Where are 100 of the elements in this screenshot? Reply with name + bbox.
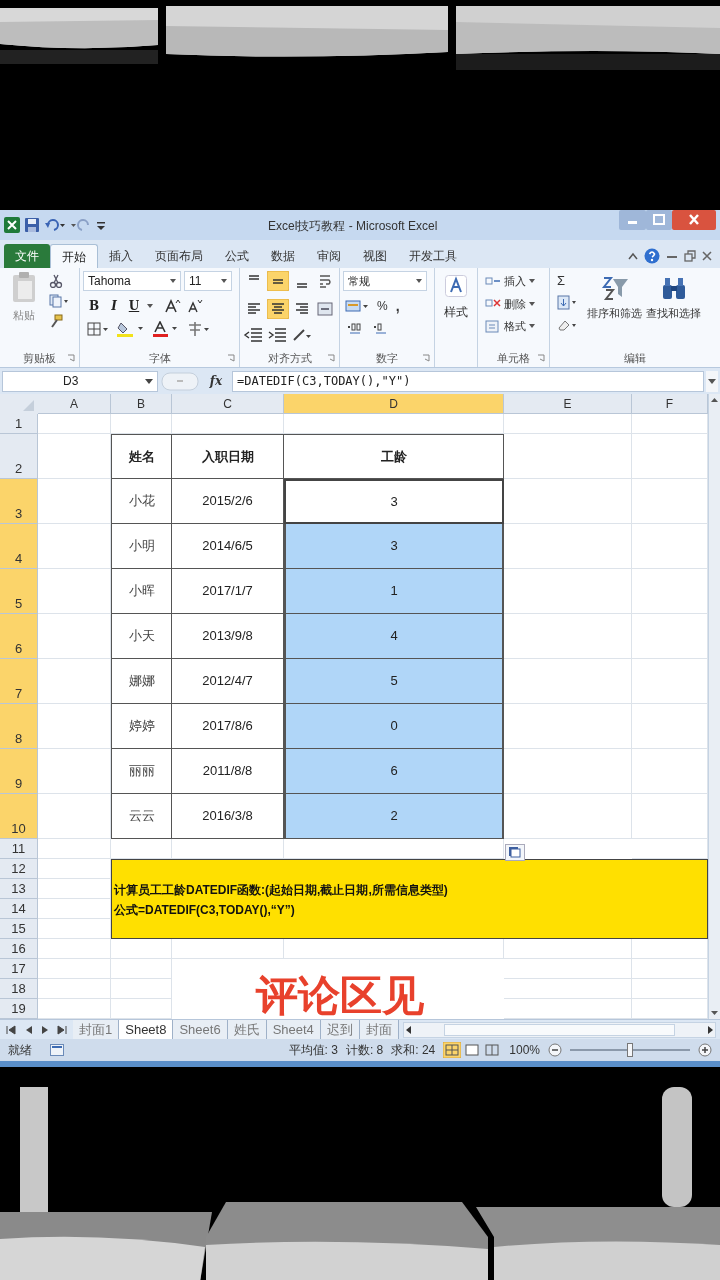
horizontal-scrollbar[interactable] (402, 1021, 716, 1038)
ribbon-tab[interactable]: 审阅 (306, 244, 352, 268)
row-header[interactable]: 13 (0, 879, 38, 899)
caret-up-icon[interactable] (628, 251, 638, 261)
row-header[interactable]: 12 (0, 859, 38, 879)
cells-menu-button[interactable]: 插入 (485, 273, 535, 290)
styles-button[interactable]: 样式 (438, 271, 474, 349)
autosum-button[interactable]: Σ (557, 273, 577, 289)
row-header[interactable]: 6 (0, 614, 38, 659)
empty-cell[interactable] (111, 959, 172, 979)
sheet-tab[interactable]: 迟到 (320, 1019, 360, 1040)
row-header[interactable]: 18 (0, 979, 38, 999)
ribbon-tab[interactable]: 插入 (98, 244, 144, 268)
sheet-tab[interactable]: Sheet8 (119, 1019, 174, 1040)
number-format-field[interactable]: 常规 (343, 271, 427, 291)
phonetic-icon[interactable] (187, 321, 211, 337)
first-sheet-icon[interactable] (6, 1023, 16, 1036)
table-cell[interactable]: 5 (284, 659, 504, 704)
normal-view-icon[interactable] (443, 1042, 462, 1058)
styles-icon[interactable] (445, 275, 467, 297)
align-center-icon[interactable] (266, 298, 289, 319)
clipboard-icon[interactable] (10, 271, 38, 303)
increase-indent-icon[interactable] (266, 326, 289, 345)
decrease-decimal-icon[interactable] (373, 321, 389, 335)
scissors-icon[interactable] (49, 274, 63, 288)
ribbon-tab[interactable]: 文件 (4, 244, 50, 268)
vertical-scrollbar[interactable] (708, 394, 720, 1019)
sheet-tab[interactable]: 姓氏 (227, 1019, 267, 1040)
restore-icon[interactable] (684, 250, 696, 262)
column-header[interactable]: D (284, 394, 504, 414)
close-icon[interactable] (672, 210, 716, 230)
expand-icon[interactable] (706, 370, 718, 392)
italic-button[interactable]: I (107, 297, 121, 315)
zoom-out-icon[interactable] (548, 1043, 562, 1057)
row-header[interactable]: 17 (0, 959, 38, 979)
font-name-field[interactable]: Tahoma (83, 271, 181, 291)
insert-function-button[interactable]: fx (202, 372, 230, 390)
row-header[interactable]: 19 (0, 999, 38, 1019)
row-header[interactable]: 15 (0, 919, 38, 939)
row-header[interactable]: 7 (0, 659, 38, 704)
find-select-button[interactable]: 查找和选择 (646, 271, 701, 349)
row-header[interactable]: 14 (0, 899, 38, 919)
table-cell[interactable]: 3 (284, 479, 504, 524)
excel-icon[interactable] (4, 217, 20, 233)
fill-icon[interactable] (557, 295, 577, 311)
ribbon-tab[interactable]: 数据 (260, 244, 306, 268)
sheet-tab[interactable]: 封面1 (73, 1019, 120, 1040)
dialog-launcher-icon[interactable] (422, 354, 430, 362)
row-header[interactable]: 11 (0, 839, 38, 859)
caret-down-icon[interactable] (147, 304, 153, 308)
help-icon[interactable] (644, 248, 660, 264)
caret-down-icon[interactable] (170, 279, 176, 283)
borders-icon[interactable] (87, 322, 109, 336)
macro-record-icon[interactable] (50, 1044, 64, 1056)
table-cell[interactable]: 6 (284, 749, 504, 794)
zoom-slider-thumb[interactable] (627, 1043, 633, 1057)
row-header[interactable]: 16 (0, 939, 38, 959)
empty-cell[interactable] (504, 959, 632, 979)
formula-field[interactable]: =DATEDIF(C3,TODAY(),"Y") (232, 370, 704, 392)
column-header[interactable]: B (111, 394, 172, 414)
fill-color-icon[interactable] (117, 321, 145, 337)
row-header[interactable]: 3 (0, 479, 38, 524)
maximize-icon[interactable] (646, 210, 672, 230)
column-header[interactable]: A (38, 394, 111, 414)
row-header[interactable]: 2 (0, 434, 38, 479)
minimize-icon[interactable] (619, 210, 646, 230)
ribbon-tab[interactable]: 开发工具 (398, 244, 468, 268)
scroll-right-icon[interactable] (705, 1023, 715, 1036)
sort-filter-button[interactable]: 排序和筛选 (587, 271, 642, 349)
page-break-icon[interactable] (483, 1042, 502, 1058)
shrink-font-icon[interactable] (187, 299, 203, 313)
table-cell[interactable]: 4 (284, 614, 504, 659)
table-cell[interactable]: 2 (284, 794, 504, 839)
sheet-tab[interactable]: Sheet6 (173, 1019, 228, 1040)
row-header[interactable]: 4 (0, 524, 38, 569)
font-color-icon[interactable] (153, 321, 179, 337)
column-header[interactable]: E (504, 394, 632, 414)
next-sheet-icon[interactable] (40, 1023, 50, 1036)
row-header[interactable]: 5 (0, 569, 38, 614)
grow-font-icon[interactable] (165, 299, 181, 313)
paste-button[interactable]: 粘贴 (3, 271, 45, 349)
column-header[interactable]: C (172, 394, 284, 414)
cells-menu-button[interactable]: 删除 (485, 295, 535, 312)
table-cell[interactable]: 3 (284, 524, 504, 569)
undo-icon[interactable] (44, 217, 66, 233)
bold-button[interactable]: B (87, 297, 101, 315)
ribbon-tab[interactable]: 页面布局 (144, 244, 214, 268)
dialog-launcher-icon[interactable] (327, 354, 335, 362)
empty-cell[interactable] (111, 979, 172, 999)
font-size-field[interactable]: 11 (184, 271, 232, 291)
save-icon[interactable] (24, 217, 40, 233)
table-cell[interactable]: 1 (284, 569, 504, 614)
copy-icon[interactable] (49, 294, 69, 308)
dialog-launcher-icon[interactable] (537, 354, 545, 362)
empty-cell[interactable] (504, 979, 632, 999)
paste-options-icon[interactable] (505, 844, 525, 861)
row-header[interactable]: 8 (0, 704, 38, 749)
currency-icon[interactable] (345, 299, 369, 313)
format-painter-icon[interactable] (49, 314, 63, 328)
row-header[interactable]: 9 (0, 749, 38, 794)
